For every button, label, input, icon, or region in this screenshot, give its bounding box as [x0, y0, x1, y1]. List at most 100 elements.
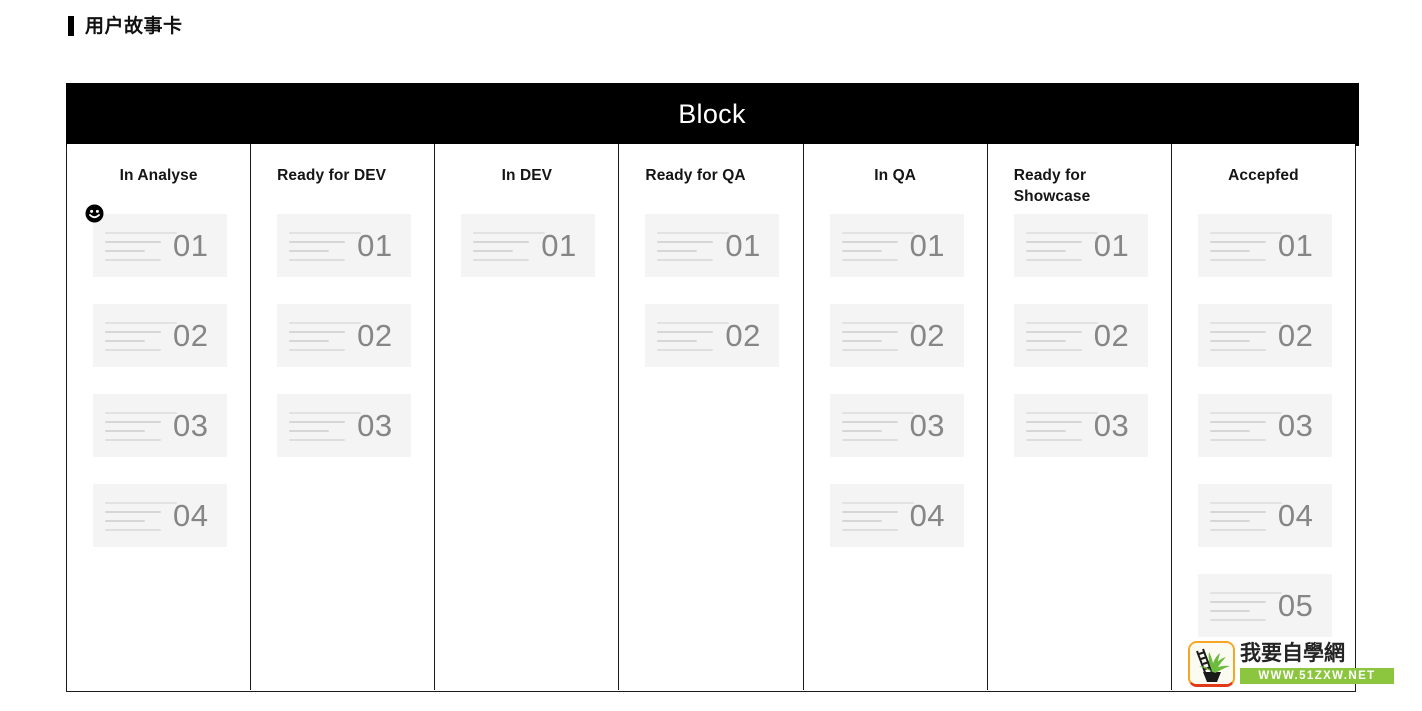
board-column[interactable]: Ready for DEV 01 02 03 — [251, 144, 436, 690]
card-number: 03 — [357, 408, 393, 443]
card-number: 05 — [1277, 588, 1314, 623]
card-text-lines-icon — [1209, 230, 1282, 261]
slide-canvas: 用户故事卡 Block In Analyse 01 02 03 04 Ready for … — [0, 0, 1422, 711]
watermark-site-name: 我要自學網 — [1240, 642, 1345, 665]
story-card[interactable]: 03 — [829, 394, 964, 457]
card-list: 01 02 03 04 — [804, 214, 987, 547]
story-card[interactable]: 02 — [645, 304, 780, 367]
story-card[interactable]: 03 — [277, 394, 412, 457]
page-title-label: 用户故事卡 — [85, 15, 183, 37]
column-title: In DEV — [501, 167, 553, 184]
card-text-lines-icon — [105, 500, 177, 531]
card-text-lines-icon — [657, 320, 730, 351]
card-number: 03 — [909, 408, 946, 443]
board-header: Block — [65, 82, 1359, 146]
story-card[interactable]: 01 — [1013, 214, 1148, 277]
page-title: 用户故事卡 — [68, 12, 183, 40]
story-card[interactable]: 04 — [93, 484, 227, 547]
card-list: 01 02 — [619, 214, 802, 367]
column-title: In QA — [874, 167, 917, 184]
story-card[interactable]: 03 — [93, 394, 227, 457]
watermark-text: 我要自學網 WWW.51ZXW.NET — [1235, 641, 1394, 687]
story-card[interactable]: 02 — [277, 304, 412, 367]
story-card[interactable]: 02 — [1197, 304, 1332, 367]
watermark: 我要自學網 WWW.51ZXW.NET — [1188, 641, 1394, 687]
story-card[interactable]: 01 — [645, 214, 780, 277]
card-number: 01 — [1277, 228, 1314, 263]
board-header-title: Block — [678, 98, 746, 129]
story-card[interactable]: 04 — [829, 484, 964, 547]
card-text-lines-icon — [841, 410, 914, 441]
card-number: 01 — [725, 228, 761, 263]
story-card[interactable]: 02 — [829, 304, 964, 367]
card-number: 01 — [1093, 228, 1130, 263]
card-text-lines-icon — [105, 230, 177, 261]
card-list: 01 02 03 04 — [67, 204, 250, 547]
card-text-lines-icon — [105, 320, 177, 351]
card-text-lines-icon — [289, 410, 362, 441]
card-number: 04 — [173, 498, 209, 533]
story-card[interactable]: 05 — [1197, 574, 1332, 637]
card-number: 01 — [541, 228, 577, 263]
board-columns: In Analyse 01 02 03 04 Ready for DEV 01 02 03 In … — [67, 144, 1355, 690]
card-list: 01 02 03 — [988, 214, 1171, 457]
board-column[interactable]: In DEV 01 — [435, 144, 620, 690]
vertical-bar-mark-icon — [68, 16, 74, 36]
watermark-logo-icon — [1188, 641, 1235, 687]
card-text-lines-icon — [1209, 590, 1282, 621]
card-text-lines-icon — [289, 320, 362, 351]
board-column[interactable]: Accepfed 01 02 03 04 05 — [1171, 144, 1355, 690]
card-number: 02 — [173, 318, 209, 353]
story-card[interactable]: 01 — [277, 214, 412, 277]
card-number: 03 — [173, 408, 209, 443]
card-number: 04 — [1277, 498, 1314, 533]
card-number: 02 — [725, 318, 761, 353]
story-card[interactable]: 02 — [93, 304, 227, 367]
card-text-lines-icon — [1025, 230, 1098, 261]
card-number: 02 — [909, 318, 946, 353]
card-list: 01 02 03 — [251, 214, 434, 457]
card-number: 02 — [1277, 318, 1314, 353]
column-title: Ready for Showcase — [1013, 167, 1091, 205]
card-text-lines-icon — [473, 230, 546, 261]
card-number: 01 — [909, 228, 946, 263]
card-text-lines-icon — [1209, 410, 1282, 441]
watermark-url: WWW.51ZXW.NET — [1240, 668, 1394, 684]
card-text-lines-icon — [841, 500, 914, 531]
card-number: 04 — [909, 498, 946, 533]
card-text-lines-icon — [1209, 320, 1282, 351]
column-title: Ready for QA — [645, 167, 746, 184]
story-card[interactable]: 01 — [461, 214, 596, 277]
card-text-lines-icon — [841, 320, 914, 351]
story-card[interactable]: 01 — [85, 204, 227, 277]
story-card[interactable]: 03 — [1013, 394, 1148, 457]
card-list: 01 02 03 04 05 — [1172, 214, 1355, 637]
board-column[interactable]: In Analyse 01 02 03 04 — [67, 144, 252, 690]
board-column[interactable]: In QA 01 02 03 04 — [803, 144, 988, 690]
board-column[interactable]: Ready for QA 01 02 — [619, 144, 804, 690]
column-title: In Analyse — [119, 167, 198, 184]
column-title: Ready for DEV — [277, 167, 387, 184]
card-text-lines-icon — [289, 230, 362, 261]
card-number: 02 — [1093, 318, 1130, 353]
column-title: Accepfed — [1228, 167, 1299, 184]
card-number: 01 — [357, 228, 393, 263]
story-card[interactable]: 01 — [1197, 214, 1332, 277]
card-text-lines-icon — [1209, 500, 1282, 531]
card-number: 03 — [1093, 408, 1130, 443]
board-column[interactable]: Ready for Showcase 01 02 03 — [987, 144, 1172, 690]
card-number: 03 — [1277, 408, 1314, 443]
card-number: 01 — [173, 228, 209, 263]
card-list: 01 — [435, 214, 618, 277]
smiley-face-cursor-icon — [85, 204, 104, 223]
card-number: 02 — [357, 318, 393, 353]
card-text-lines-icon — [1025, 320, 1098, 351]
story-card[interactable]: 02 — [1013, 304, 1148, 367]
card-text-lines-icon — [105, 410, 177, 441]
story-card[interactable]: 03 — [1197, 394, 1332, 457]
card-text-lines-icon — [841, 230, 914, 261]
kanban-board: Block In Analyse 01 02 03 04 Ready for DEV 01 0… — [65, 82, 1359, 692]
story-card[interactable]: 04 — [1197, 484, 1332, 547]
card-text-lines-icon — [1025, 410, 1098, 441]
story-card[interactable]: 01 — [829, 214, 964, 277]
